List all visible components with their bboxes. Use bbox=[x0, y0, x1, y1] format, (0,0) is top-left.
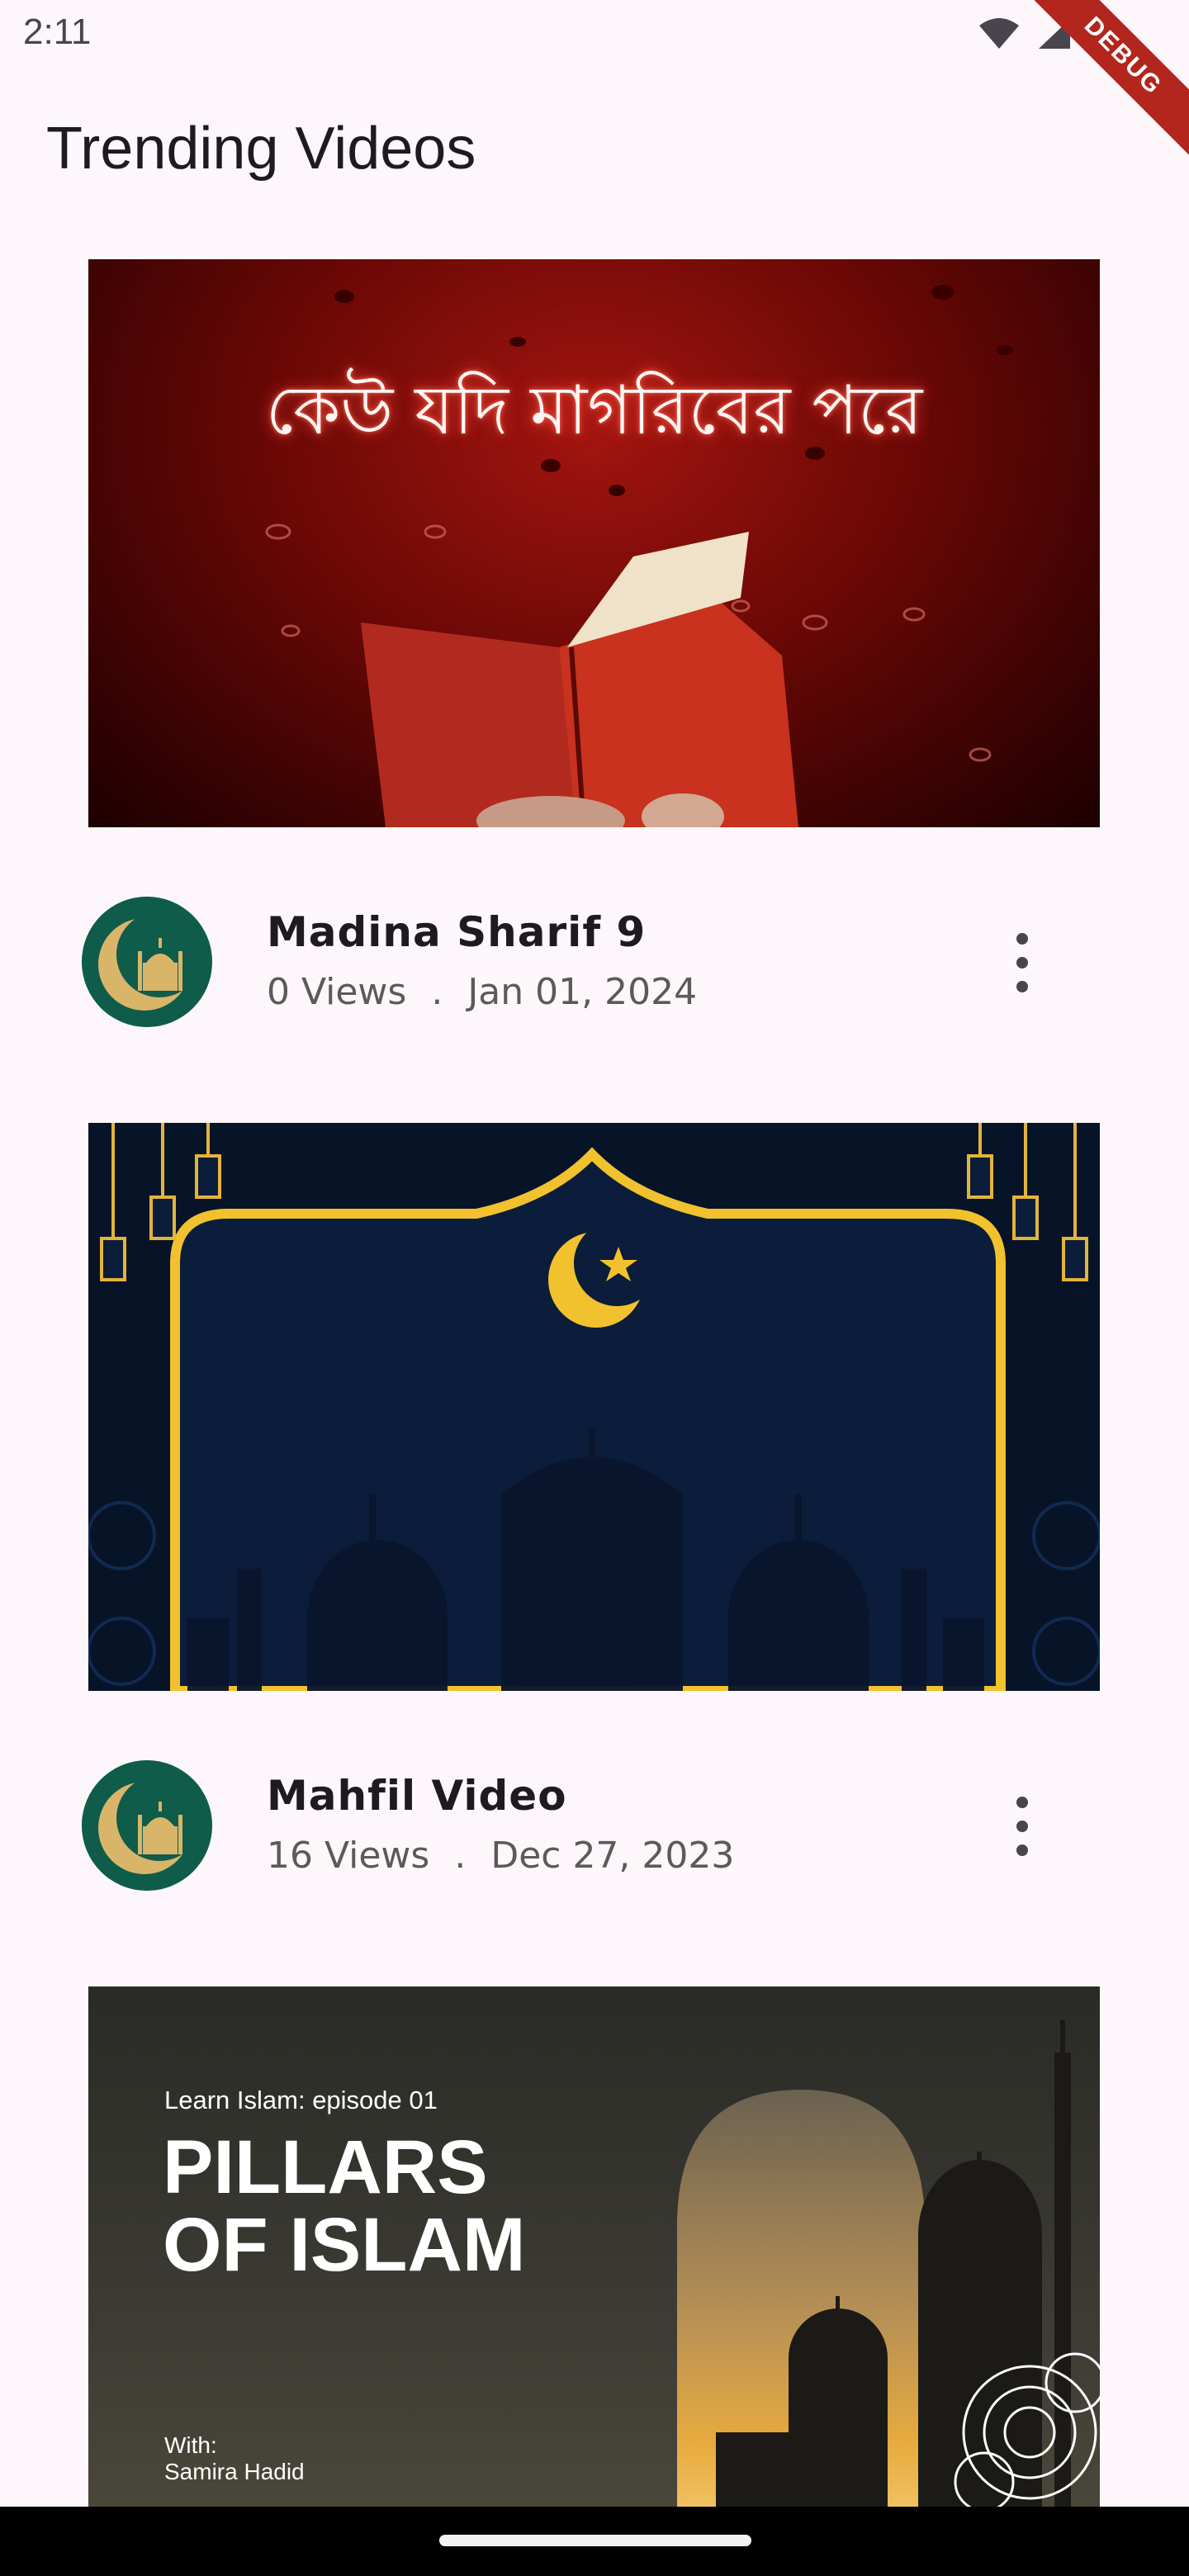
more-options-button[interactable] bbox=[999, 928, 1045, 997]
dot-icon bbox=[1016, 1821, 1028, 1832]
status-time: 2:11 bbox=[23, 12, 92, 52]
wifi-icon bbox=[979, 18, 1019, 49]
video-meta: Mahfil Video 16 Views . Dec 27, 2023 bbox=[0, 1760, 1189, 1892]
dot-icon bbox=[1016, 933, 1028, 945]
more-options-button[interactable] bbox=[999, 1792, 1045, 1861]
dot-icon bbox=[1016, 1844, 1028, 1856]
separator-dot: . bbox=[431, 971, 443, 1013]
video-thumbnail[interactable] bbox=[88, 1123, 1100, 1691]
thumbnail-headline: PILLARS bbox=[163, 2125, 488, 2209]
page-title: Trending Videos bbox=[46, 116, 476, 182]
video-meta: Madina Sharif 9 0 Views . Jan 01, 2024 bbox=[0, 897, 1189, 1029]
dot-icon bbox=[1016, 1797, 1028, 1808]
video-title[interactable]: Madina Sharif 9 bbox=[267, 908, 646, 956]
dot-icon bbox=[1016, 981, 1028, 992]
status-bar: 2:11 DEBUG bbox=[0, 0, 1189, 160]
publish-date: Jan 01, 2024 bbox=[467, 971, 698, 1013]
dot-icon bbox=[1016, 957, 1028, 968]
home-gesture-handle[interactable] bbox=[439, 2535, 751, 2546]
system-nav-bar bbox=[0, 2507, 1189, 2576]
video-stats: 16 Views . Dec 27, 2023 bbox=[267, 1835, 734, 1877]
mosque-crescent-icon bbox=[82, 1760, 212, 1891]
thumbnail-headline: OF ISLAM bbox=[163, 2203, 526, 2287]
thumbnail-host: Samira Hadid bbox=[164, 2459, 305, 2484]
thumbnail-art bbox=[265, 285, 1013, 827]
video-thumbnail[interactable]: কেউ যদি মাগরিবের পরে bbox=[88, 259, 1100, 827]
video-title[interactable]: Mahfil Video bbox=[267, 1772, 567, 1820]
video-thumbnail[interactable]: Learn Islam: episode 01 PILLARS OF ISLAM… bbox=[88, 1986, 1100, 2507]
thumbnail-caption: কেউ যদি মাগরিবের পরে bbox=[265, 372, 923, 450]
view-count: 16 Views bbox=[267, 1835, 430, 1877]
thumbnail-kicker: Learn Islam: episode 01 bbox=[164, 2086, 438, 2114]
view-count: 0 Views bbox=[267, 971, 407, 1013]
avatar[interactable] bbox=[82, 1760, 212, 1891]
thumbnail-with-label: With: bbox=[164, 2432, 217, 2458]
separator-dot: . bbox=[454, 1835, 467, 1877]
avatar[interactable] bbox=[82, 897, 212, 1027]
video-stats: 0 Views . Jan 01, 2024 bbox=[267, 971, 697, 1013]
thumbnail-art bbox=[88, 1123, 1100, 1691]
mosque-crescent-icon bbox=[82, 897, 212, 1027]
publish-date: Dec 27, 2023 bbox=[490, 1835, 735, 1877]
